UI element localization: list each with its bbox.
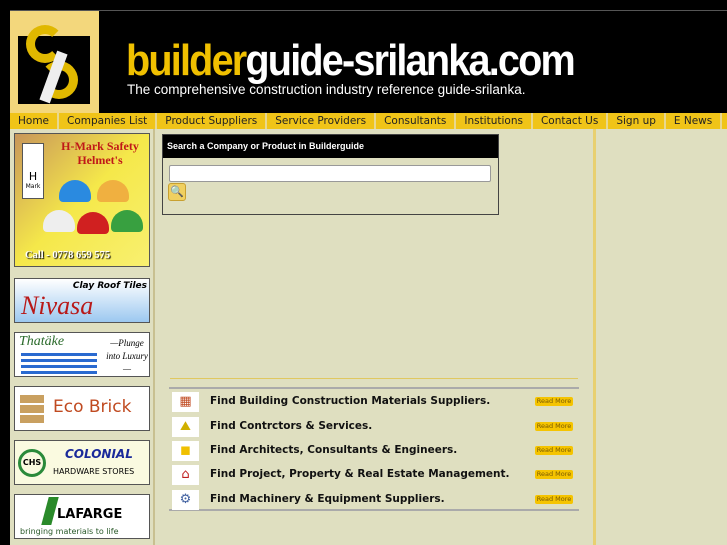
main-nav: Home Companies List Product Suppliers Se…: [10, 113, 727, 129]
list-link[interactable]: Find Project, Property & Real Estate Man…: [210, 468, 510, 480]
hard-hat-icon: ◼: [172, 441, 199, 461]
ad-nivasa-roof-tiles[interactable]: Clay Roof Tiles Nivasa: [14, 278, 150, 323]
search-panel: Search a Company or Product in Buildergu…: [162, 134, 499, 215]
magnifier-icon: 🔍: [170, 185, 184, 198]
search-heading: Search a Company or Product in Buildergu…: [163, 135, 498, 158]
read-more-button[interactable]: Read More: [535, 495, 573, 504]
nav-home[interactable]: Home: [10, 113, 60, 129]
ad-brand: Thatäke: [19, 334, 65, 349]
ad-tag: bringing materials to life: [20, 527, 119, 536]
nav-institutions[interactable]: Institutions: [456, 113, 533, 129]
ad-tag: Clay Roof Tiles: [72, 281, 147, 291]
ad-title: H-Mark Safety Helmet's: [61, 139, 139, 167]
ad-column: H Mark H-Mark Safety Helmet's Call - 0778…: [10, 129, 155, 545]
bricks-icon: ▦: [172, 392, 199, 412]
list-link[interactable]: Find Architects, Consultants & Engineers…: [210, 444, 457, 456]
search-button[interactable]: 🔍: [168, 183, 186, 201]
read-more-button[interactable]: Read More: [535, 422, 573, 431]
page: builderguide-srilanka.com The comprehens…: [10, 10, 727, 545]
house-icon: ⌂: [172, 465, 199, 485]
ad-brand: Eco Brick: [53, 397, 132, 417]
hmark-logo: H: [28, 170, 38, 183]
machinery-icon: ⚙: [172, 490, 199, 510]
site-logo[interactable]: [10, 11, 99, 114]
search-input[interactable]: [169, 165, 491, 182]
nav-consultants[interactable]: Consultants: [376, 113, 457, 129]
read-more-button[interactable]: Read More: [535, 397, 573, 406]
ad-colonial-hardware[interactable]: CHS COLONIAL HARDWARE STORES: [14, 440, 150, 485]
list-item: ◼ Find Architects, Consultants & Engineer…: [169, 441, 579, 463]
list-item: ⛰ Find Contrctors & Services. Read More: [169, 417, 579, 439]
nav-sign-up[interactable]: Sign up: [608, 113, 666, 129]
waves-image: [21, 353, 97, 375]
title-part1: builder: [126, 36, 247, 85]
right-column-border: [593, 129, 596, 545]
nav-product-suppliers[interactable]: Product Suppliers: [157, 113, 268, 129]
ad-brand: Nivasa: [21, 291, 94, 320]
read-more-button[interactable]: Read More: [535, 446, 573, 455]
chs-logo: CHS: [18, 449, 46, 477]
header: builderguide-srilanka.com The comprehens…: [10, 10, 727, 114]
ad-lafarge[interactable]: LAFARGE bringing materials to life: [14, 494, 150, 539]
list-item: ▦ Find Building Construction Materials Su…: [169, 392, 579, 414]
title-part2: guide-srilanka.com: [245, 36, 575, 85]
nav-contact-us[interactable]: Contact Us: [533, 113, 609, 129]
list-item: ⚙ Find Machinery & Equipment Suppliers. Re…: [169, 490, 579, 512]
nav-companies-list[interactable]: Companies List: [59, 113, 158, 129]
ad-tag: —Plunge into Luxury—: [106, 338, 148, 374]
ad-brand: LAFARGE: [57, 507, 123, 522]
nav-service-providers[interactable]: Service Providers: [267, 113, 377, 129]
bulldozer-icon: ⛰: [172, 417, 199, 437]
ad-thatake[interactable]: Thatäke —Plunge into Luxury—: [14, 332, 150, 377]
divider: [170, 378, 578, 379]
brick-icon: [20, 395, 44, 423]
ad-phone: Call - 0778 659 575: [25, 250, 111, 261]
list-link[interactable]: Find Contrctors & Services.: [210, 420, 372, 432]
site-title: builderguide-srilanka.com: [126, 36, 576, 85]
ad-sub: HARDWARE STORES: [53, 467, 135, 476]
list-link[interactable]: Find Building Construction Materials Sup…: [210, 395, 490, 407]
list-item: ⌂ Find Project, Property & Real Estate Ma…: [169, 465, 579, 487]
category-list: ▦ Find Building Construction Materials Su…: [169, 387, 579, 511]
read-more-button[interactable]: Read More: [535, 470, 573, 479]
nav-e-news[interactable]: E News: [666, 113, 723, 129]
ad-eco-brick[interactable]: Eco Brick: [14, 386, 150, 431]
ad-brand: COLONIAL: [65, 447, 133, 461]
list-link[interactable]: Find Machinery & Equipment Suppliers.: [210, 493, 445, 505]
tagline: The comprehensive construction industry …: [127, 82, 526, 97]
ad-hmark-helmets[interactable]: H Mark H-Mark Safety Helmet's Call - 0778…: [14, 133, 150, 267]
hmark-sub: Mark: [25, 183, 41, 190]
